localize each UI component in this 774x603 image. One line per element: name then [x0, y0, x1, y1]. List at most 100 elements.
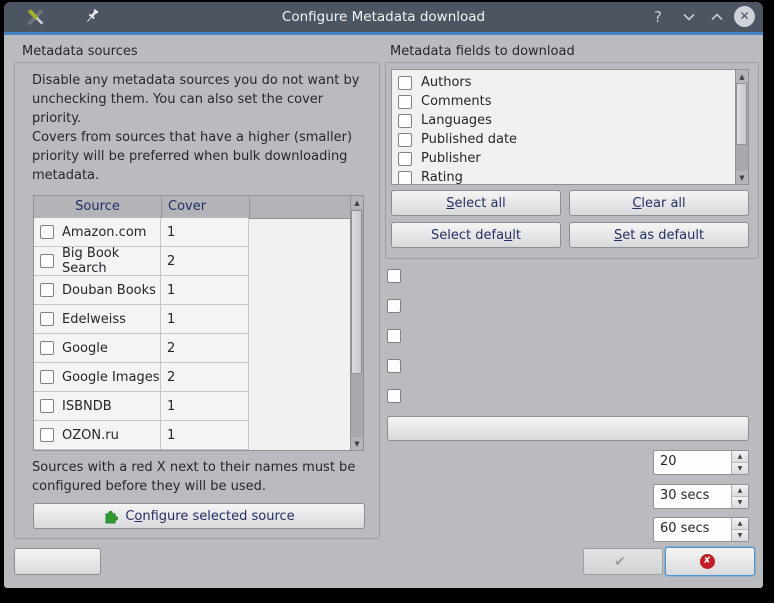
scroll-down-icon[interactable]: ▼	[736, 171, 748, 184]
table-row[interactable]: ✘Edelweiss 1	[34, 305, 350, 334]
option-checkbox[interactable]	[387, 269, 401, 283]
defaults-button[interactable]	[14, 548, 101, 575]
source-checkbox[interactable]	[40, 312, 54, 326]
prefer-fewer-tags-option[interactable]	[387, 389, 409, 403]
table-row[interactable]: ✘ISBNDB 1	[34, 392, 350, 421]
table-row[interactable]: ✘OZON.ru 1	[34, 421, 350, 450]
cover-priority-cell[interactable]: 1	[161, 305, 249, 334]
source-checkbox[interactable]	[40, 225, 54, 239]
list-item[interactable]: Publisher	[398, 149, 481, 168]
scroll-down-icon[interactable]: ▼	[351, 437, 363, 450]
use-published-date-option[interactable]	[387, 329, 409, 343]
field-checkbox[interactable]	[398, 152, 412, 166]
clear-all-label: Clear all	[632, 196, 685, 211]
source-name: Douban Books	[62, 283, 156, 298]
spin-up-icon[interactable]: ▲	[732, 485, 748, 497]
source-name: Amazon.com	[62, 225, 146, 240]
swap-author-names-option[interactable]	[387, 299, 409, 313]
table-row[interactable]: ✘Google Images 2	[34, 363, 350, 392]
scroll-up-icon[interactable]: ▲	[351, 196, 363, 209]
cancel-x-icon: ✘	[700, 554, 715, 569]
spinner-value[interactable]: 60 secs	[654, 518, 731, 541]
select-all-label: Select all	[446, 196, 505, 211]
table-row[interactable]: ✘Amazon.com 1	[34, 218, 350, 247]
list-item[interactable]: Comments	[398, 92, 491, 111]
cover-priority-cell[interactable]: 1	[161, 218, 249, 247]
table-row[interactable]: ✘Douban Books 1	[34, 276, 350, 305]
option-checkbox[interactable]	[387, 299, 401, 313]
source-checkbox[interactable]	[40, 399, 54, 413]
sources-table-header: Source Cover priority	[34, 196, 350, 219]
apply-button[interactable]: ✔	[583, 548, 663, 575]
field-checkbox[interactable]	[398, 171, 412, 185]
cover-priority-cell[interactable]: 1	[161, 421, 249, 450]
field-checkbox[interactable]	[398, 76, 412, 90]
clear-all-button[interactable]: Clear all	[569, 190, 749, 216]
max-cover-wait-spinner[interactable]: 60 secs ▲ ▼	[653, 517, 749, 542]
set-as-default-button[interactable]: Set as default	[569, 222, 749, 248]
spin-up-icon[interactable]: ▲	[732, 518, 748, 530]
sources-table-scrollbar[interactable]: ▲ ▼	[350, 196, 363, 450]
field-checkbox[interactable]	[398, 114, 412, 128]
list-item[interactable]: Rating	[398, 168, 463, 185]
minimize-icon[interactable]	[681, 2, 697, 32]
column-header-source[interactable]: Source	[34, 196, 162, 218]
metadata-fields-group-title: Metadata fields to download	[390, 44, 575, 59]
option-checkbox[interactable]	[387, 389, 401, 403]
append-comments-option[interactable]	[387, 359, 409, 373]
spin-up-icon[interactable]: ▲	[732, 451, 748, 463]
configure-selected-source-button[interactable]: Configure selected source	[33, 503, 365, 529]
select-default-button[interactable]: Select default	[391, 222, 561, 248]
source-checkbox[interactable]	[40, 254, 54, 268]
table-row[interactable]: ✘Google 2	[34, 334, 350, 363]
cover-priority-cell[interactable]: 1	[161, 392, 249, 421]
metadata-sources-group-title: Metadata sources	[22, 44, 138, 59]
maximize-icon[interactable]	[709, 2, 725, 32]
source-name: ISBNDB	[62, 399, 112, 414]
field-label: Comments	[421, 94, 491, 109]
create-rules-button[interactable]	[387, 416, 749, 441]
max-tags-spinner[interactable]: 20 ▲ ▼	[653, 450, 749, 475]
option-checkbox[interactable]	[387, 359, 401, 373]
field-label: Authors	[421, 75, 472, 90]
source-checkbox[interactable]	[40, 341, 54, 355]
scroll-up-icon[interactable]: ▲	[736, 70, 748, 83]
sources-footnote: Sources with a red X next to their names…	[32, 458, 370, 496]
spinner-value[interactable]: 20	[654, 451, 731, 474]
list-item[interactable]: Languages	[398, 111, 492, 130]
screen: Configure Metadata download ? ✕ Metadata…	[0, 0, 774, 603]
list-item[interactable]: Published date	[398, 130, 517, 149]
option-checkbox[interactable]	[387, 329, 401, 343]
sources-description: Disable any metadata sources you do not …	[32, 71, 370, 185]
help-button[interactable]: ?	[649, 2, 667, 32]
apply-check-icon: ✔	[614, 554, 626, 570]
titlebar: Configure Metadata download ? ✕	[4, 2, 763, 32]
max-match-wait-spinner[interactable]: 30 secs ▲ ▼	[653, 484, 749, 509]
cover-priority-cell[interactable]: 2	[161, 247, 249, 276]
field-checkbox[interactable]	[398, 95, 412, 109]
convert-comments-option[interactable]	[387, 269, 409, 283]
source-name: Google	[62, 341, 108, 356]
field-checkbox[interactable]	[398, 133, 412, 147]
fields-list-scrollbar[interactable]: ▲ ▼	[735, 70, 748, 184]
close-button[interactable]: ✕	[734, 6, 755, 27]
source-checkbox[interactable]	[40, 370, 54, 384]
puzzle-piece-icon	[103, 508, 119, 524]
select-all-button[interactable]: Select all	[391, 190, 561, 216]
cancel-button[interactable]: ✘	[665, 547, 755, 576]
source-name: Big Book Search	[62, 246, 160, 276]
source-checkbox[interactable]	[40, 428, 54, 442]
table-row[interactable]: ✘Big Book Search 2	[34, 247, 350, 276]
spinner-value[interactable]: 30 secs	[654, 485, 731, 508]
scrollbar-thumb[interactable]	[736, 83, 747, 145]
source-checkbox[interactable]	[40, 283, 54, 297]
scrollbar-thumb[interactable]	[351, 210, 362, 374]
column-header-cover-priority[interactable]: Cover priority	[162, 196, 250, 218]
cover-priority-cell[interactable]: 1	[161, 276, 249, 305]
spin-down-icon[interactable]: ▼	[732, 530, 748, 541]
cover-priority-cell[interactable]: 2	[161, 334, 249, 363]
spin-down-icon[interactable]: ▼	[732, 463, 748, 474]
spin-down-icon[interactable]: ▼	[732, 497, 748, 508]
list-item[interactable]: Authors	[398, 73, 472, 92]
cover-priority-cell[interactable]: 2	[161, 363, 249, 392]
